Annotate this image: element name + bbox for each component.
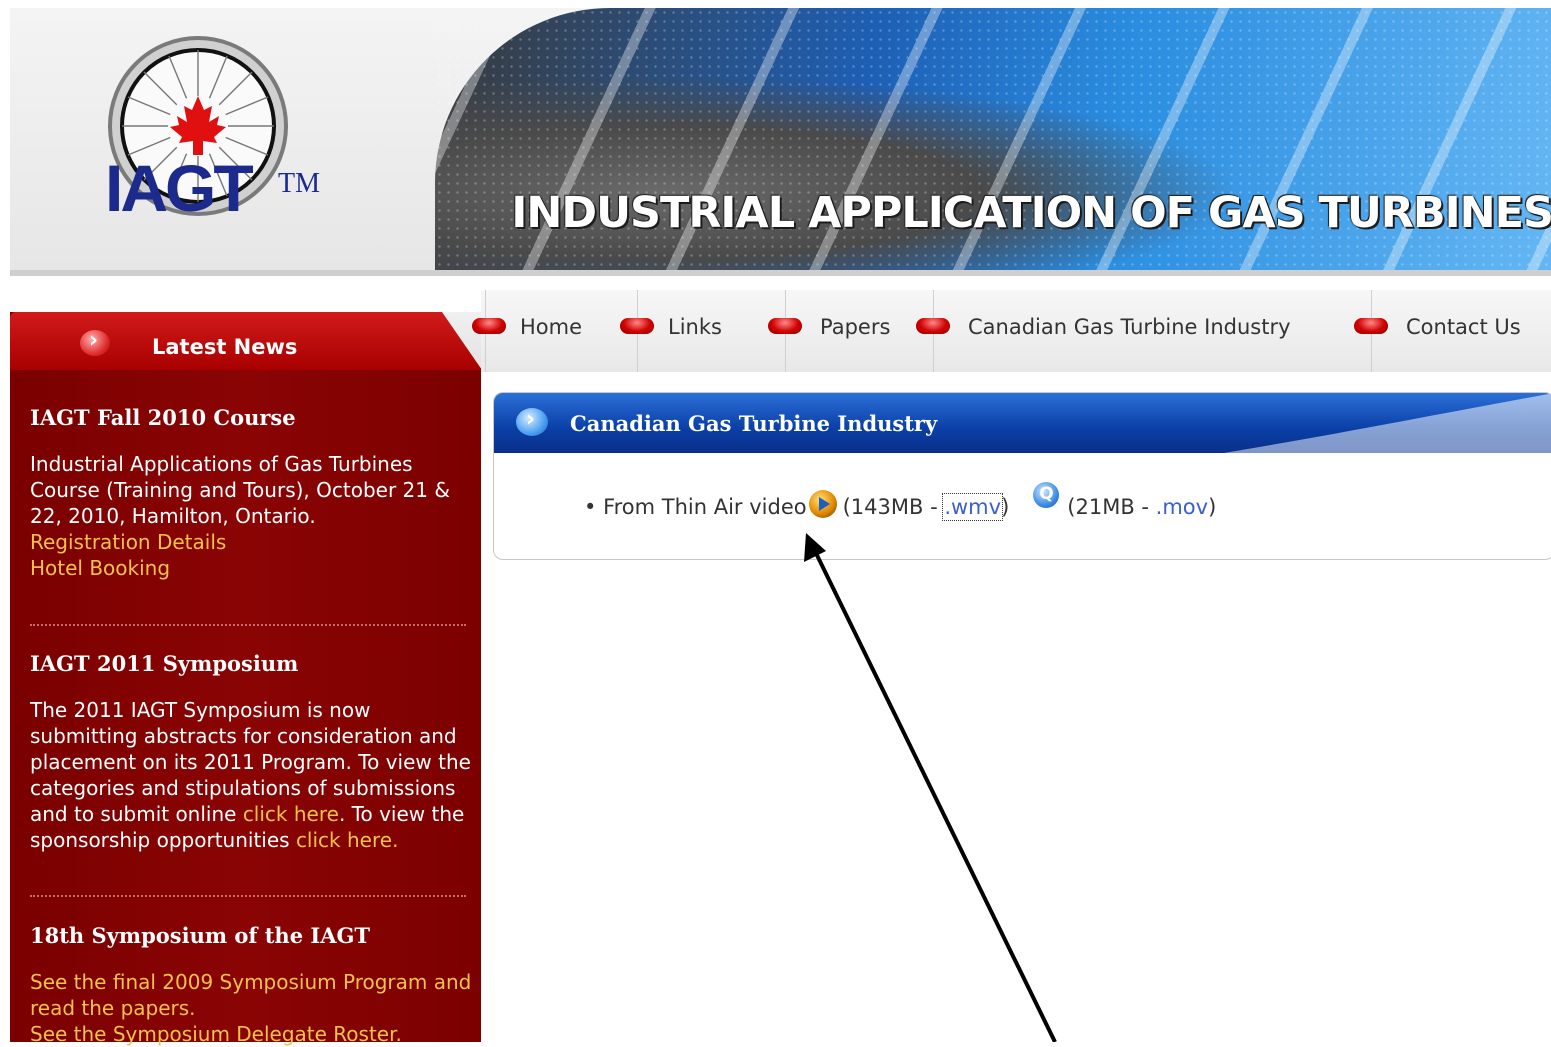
wmv-size: (143MB -: [842, 495, 945, 519]
nav-label[interactable]: Canadian Gas Turbine Industry: [968, 315, 1291, 339]
nav-label[interactable]: Papers: [820, 315, 890, 339]
wmv-download-link[interactable]: .wmv: [942, 493, 1004, 521]
latest-news-label: Latest News: [152, 335, 298, 359]
nav-label[interactable]: Links: [668, 315, 722, 339]
news-divider: [30, 624, 466, 626]
news-text: Industrial Applications of Gas Turbines …: [30, 452, 450, 528]
submit-online-link[interactable]: click here: [243, 802, 339, 826]
nav-item-home[interactable]: Home: [472, 290, 638, 372]
mov-size: (21MB -: [1067, 495, 1156, 519]
red-pill-icon: [768, 318, 802, 334]
nav-item-papers[interactable]: Papers: [768, 290, 934, 372]
news-body-fall-course: Industrial Applications of Gas Turbines …: [30, 451, 475, 581]
header-divider: [10, 270, 1551, 276]
logo-text: IAGT: [105, 151, 254, 225]
mov-download-link[interactable]: .mov: [1156, 495, 1208, 519]
quicktime-icon[interactable]: [1033, 482, 1060, 508]
news-text-period: .: [392, 828, 399, 852]
hotel-booking-link[interactable]: Hotel Booking: [30, 556, 170, 580]
windows-media-play-icon[interactable]: [808, 490, 837, 518]
red-pill-icon: [620, 318, 654, 334]
red-pill-icon: [916, 318, 950, 334]
registration-details-link[interactable]: Registration Details: [30, 530, 226, 554]
news-divider: [30, 895, 466, 897]
sponsorship-link[interactable]: click here: [296, 828, 392, 852]
speech-bubble-icon: [516, 407, 548, 436]
logo-trademark: TM: [278, 168, 320, 199]
news-body-18th-symposium: See the final 2009 Symposium Program and…: [30, 969, 475, 1047]
main-nav: Home Links Papers Canadian Gas Turbine I…: [472, 290, 1551, 372]
header-banner: INDUSTRIAL APPLICATION OF GAS TURBINES: [435, 8, 1551, 272]
news-title-fall-course: IAGT Fall 2010 Course: [30, 405, 296, 430]
site-header: INDUSTRIAL APPLICATION OF GAS TURBINES I…: [10, 8, 1551, 272]
symposium-program-link[interactable]: See the final 2009 Symposium Program and…: [30, 970, 471, 1020]
content-panel: Canadian Gas Turbine Industry • From Thi…: [493, 392, 1551, 560]
nav-item-contact-us[interactable]: Contact Us: [1354, 290, 1551, 372]
banner-title: INDUSTRIAL APPLICATION OF GAS TURBINES: [511, 188, 1551, 238]
speech-bubble-icon: [80, 328, 110, 356]
delegate-roster-link[interactable]: See the Symposium Delegate Roster.: [30, 1022, 402, 1046]
video-label: From Thin Air video: [603, 495, 807, 519]
news-body-symposium-2011: The 2011 IAGT Symposium is now submittin…: [30, 697, 475, 853]
wmv-suffix: ): [1001, 495, 1010, 519]
red-pill-icon: [472, 318, 506, 334]
nav-label[interactable]: Contact Us: [1406, 315, 1521, 339]
nav-label[interactable]: Home: [520, 315, 582, 339]
panel-title: Canadian Gas Turbine Industry: [570, 411, 938, 436]
bullet: •: [584, 495, 604, 519]
panel-header-swoosh: [1224, 393, 1551, 453]
panel-header: Canadian Gas Turbine Industry: [494, 393, 1551, 453]
nav-item-links[interactable]: Links: [620, 290, 786, 372]
red-pill-icon: [1354, 318, 1388, 334]
news-title-18th-symposium: 18th Symposium of the IAGT: [30, 923, 371, 948]
mov-suffix: ): [1208, 495, 1217, 519]
nav-item-canadian-gas-turbine-industry[interactable]: Canadian Gas Turbine Industry: [916, 290, 1372, 372]
news-title-symposium-2011: IAGT 2011 Symposium: [30, 651, 299, 676]
video-list-item: • From Thin Air video (143MB - .wmv) (21MB…: [584, 482, 1217, 521]
